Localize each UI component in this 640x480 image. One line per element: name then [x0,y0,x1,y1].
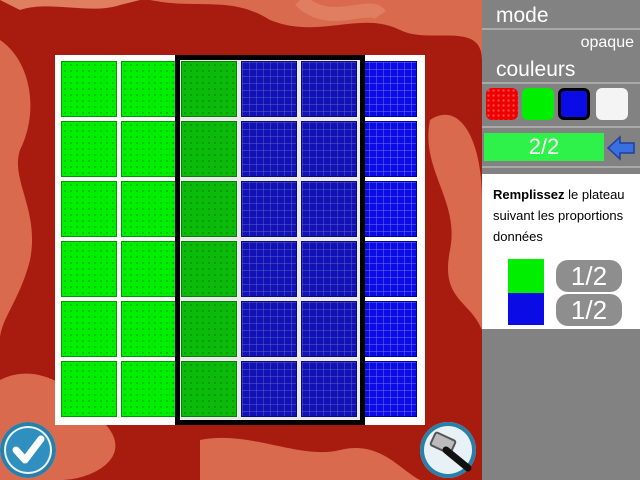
board-cell[interactable] [121,61,177,117]
board-cell[interactable] [361,61,417,117]
board-cell[interactable] [121,361,177,417]
checkmark-icon [6,428,50,472]
mode-label: mode [496,4,549,27]
game-stage [0,0,482,480]
column-selection-frame[interactable] [175,55,365,425]
divider [482,126,640,128]
board-cell[interactable] [121,241,177,297]
colors-label: couleurs [496,58,576,81]
board-cell[interactable] [61,61,117,117]
board-cell[interactable] [361,301,417,357]
divider [482,28,640,30]
mode-value[interactable]: opaque [581,34,634,52]
instruction-text: Remplissez le plateau suivant les propor… [493,184,635,247]
swatch-blue[interactable] [558,88,590,120]
tool-button[interactable] [420,422,476,478]
swatch-white[interactable] [596,88,628,120]
board-cell[interactable] [61,301,117,357]
board-cell[interactable] [121,301,177,357]
board-cell[interactable] [61,241,117,297]
board-cell[interactable] [361,121,417,177]
hammer-icon [429,431,472,472]
board-cell[interactable] [361,241,417,297]
swatch-green[interactable] [522,88,554,120]
board-cell[interactable] [61,181,117,237]
board-cell[interactable] [361,181,417,237]
divider [482,166,640,168]
instruction-bold: Remplissez [493,187,565,202]
board-cell[interactable] [121,181,177,237]
instruction-card: Remplissez le plateau suivant les propor… [482,174,640,329]
swatch-red[interactable] [486,88,518,120]
side-panel: mode opaque couleurs 2/2 Remplissez le p… [482,0,640,480]
board-cell[interactable] [361,361,417,417]
back-arrow-icon[interactable] [606,134,636,162]
legend-green-swatch [508,259,544,293]
board-cell[interactable] [61,121,117,177]
legend-fraction-blue: 1/2 [556,294,622,326]
divider [482,82,640,84]
legend-blue-swatch [508,293,544,325]
board-cell[interactable] [121,121,177,177]
legend-fraction-green: 1/2 [556,260,622,292]
board-cell[interactable] [61,361,117,417]
progress-indicator: 2/2 [484,133,604,161]
validate-button[interactable] [0,422,56,478]
